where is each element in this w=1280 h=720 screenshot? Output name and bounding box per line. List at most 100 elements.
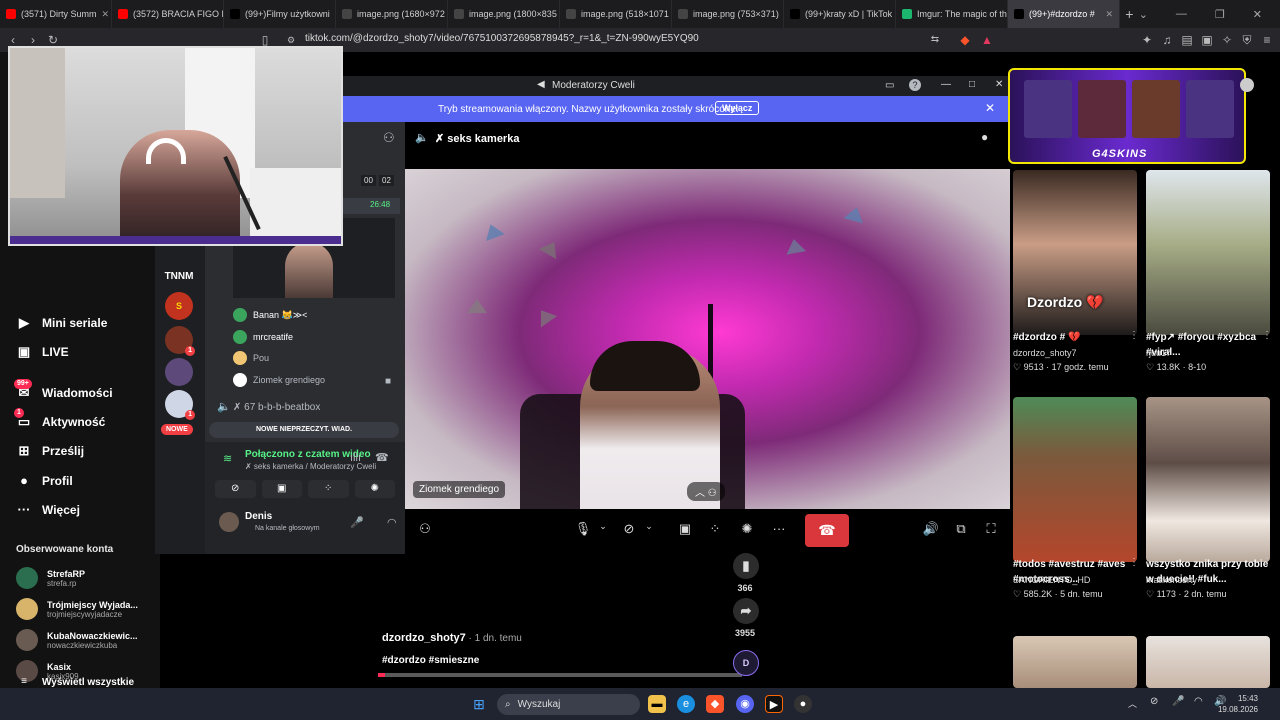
nav-item[interactable]: ⊞ Prześlij <box>16 443 84 459</box>
video-thumbnail[interactable] <box>1013 397 1137 562</box>
effects-icon[interactable]: ✺ <box>354 480 395 498</box>
file-explorer-icon[interactable]: ▬ <box>648 695 666 713</box>
browser-tab[interactable]: image.png (753×371)✕ <box>672 0 784 28</box>
app-icon[interactable]: ▶ <box>765 695 783 713</box>
browser-tab[interactable]: image.png (518×1071✕ <box>560 0 672 28</box>
video-thumbnail[interactable] <box>1146 170 1270 335</box>
popout-icon[interactable]: ⧉ <box>951 521 971 537</box>
video-author[interactable]: dzordzo_shoty7 <box>1013 348 1077 358</box>
music-icon[interactable]: ♫ <box>1160 32 1174 48</box>
video-hashtags[interactable]: #dzordzo #smieszne <box>382 655 479 666</box>
brave-icon[interactable]: ◆ <box>706 695 724 713</box>
minimize-icon[interactable]: — <box>1176 8 1187 21</box>
voice-channel-name[interactable]: ✗ 67 b-b-b-beatbox <box>233 402 320 413</box>
new-tab-button[interactable]: + <box>1120 6 1139 22</box>
screenshare-icon[interactable]: ▣ <box>261 480 302 498</box>
ad-avatar[interactable] <box>1240 78 1254 92</box>
video-thumbnail[interactable] <box>1146 636 1270 688</box>
g4skins-ad-banner[interactable]: G4SKINS <box>1008 68 1246 164</box>
menu-icon[interactable]: ≡ <box>1260 32 1274 48</box>
taskbar-search[interactable]: ⌕ Wyszukaj <box>497 694 640 715</box>
mic-control-icon[interactable]: 🎙 <box>573 521 593 537</box>
close-window-icon[interactable]: ✕ <box>1253 8 1262 21</box>
brave-shield-icon[interactable]: ◆ <box>958 32 972 48</box>
video-author[interactable]: rjuu17 <box>1146 348 1171 358</box>
taskbar-clock[interactable]: 15:43 19.08.2026 <box>1218 693 1258 715</box>
more-options-icon[interactable]: ⋮ <box>1129 330 1139 341</box>
wallet-icon[interactable]: ▣ <box>1200 32 1214 48</box>
video-thumbnail[interactable] <box>1146 397 1270 562</box>
soundboard-icon[interactable]: ıllı <box>350 452 361 464</box>
video-caption[interactable]: #dzordzo # 💔 <box>1013 330 1137 345</box>
disable-streamer-mode-button[interactable]: Wyłącz <box>715 101 760 115</box>
voice-member[interactable]: Ziomek grendiego <box>233 372 325 387</box>
video-feed[interactable]: Ziomek grendiego ︿ ⚇ <box>405 169 1010 509</box>
tray-chevron-icon[interactable]: ︿ <box>1128 697 1137 710</box>
browser-tab[interactable]: (99+)kraty xD | TikTok✕ <box>784 0 896 28</box>
camera-toggle-icon[interactable]: ⊘ <box>215 480 256 498</box>
browser-tab[interactable]: (3572) BRACIA FIGO F✕ <box>112 0 224 28</box>
server-icon-white[interactable]: 1 <box>165 390 195 420</box>
video-author[interactable]: SANGRIENTO_HD <box>1013 575 1090 585</box>
video-thumbnail[interactable] <box>1013 636 1137 688</box>
followed-account[interactable]: Trójmiejscy Wyjada... trojmiejscywyjadacz… <box>16 598 138 620</box>
obs-icon[interactable]: ● <box>794 695 812 713</box>
voice-member[interactable]: Banan 😹≫< <box>233 308 307 322</box>
mic-icon[interactable]: 🎤 <box>350 516 364 529</box>
banner-close-icon[interactable]: ✕ <box>985 101 995 115</box>
headset-icon[interactable]: ◠ <box>387 516 397 529</box>
vpn-icon[interactable]: ⛨ <box>1240 32 1254 48</box>
discord-close-icon[interactable]: ✕ <box>995 79 1003 90</box>
discord-icon[interactable]: ◉ <box>736 695 754 713</box>
voice-member[interactable]: Pou <box>233 351 269 365</box>
url-field[interactable]: tiktok.com/@dzordzo_shoty7/video/7675100… <box>305 33 699 44</box>
camera-options-icon[interactable]: ⌄ <box>639 521 659 532</box>
nav-item[interactable]: ▣ LIVE <box>16 344 69 360</box>
activity-control-icon[interactable]: ⁘ <box>705 521 725 537</box>
nav-item[interactable]: ✉ 99+ Wiadomości <box>14 379 113 401</box>
browser-tab[interactable]: image.png (1800×835✕ <box>448 0 560 28</box>
leave-call-button[interactable]: ☎ <box>805 514 849 547</box>
bookmark-action-icon[interactable]: ▮ <box>733 553 759 579</box>
fullscreen-icon[interactable]: ⛶ <box>981 521 1001 537</box>
followed-account[interactable]: KubaNowaczkiewic... nowaczkiewiczkuba <box>16 629 138 651</box>
disconnect-icon[interactable]: ☎ <box>375 451 389 464</box>
discord-minimize-icon[interactable]: — <box>941 79 951 90</box>
browser-tab[interactable]: (99+)Filmy użytkowni✕ <box>224 0 336 28</box>
browser-tab[interactable]: (99+)#dzordzo # ✕ <box>1008 0 1120 28</box>
video-author[interactable]: dzordzo_shoty7 · 1 dn. temu <box>382 632 522 644</box>
share-icon[interactable]: ➦ <box>733 598 759 624</box>
wifi-icon[interactable]: ◠ <box>1194 696 1203 707</box>
chat-icon[interactable]: ● <box>981 130 988 144</box>
followed-account[interactable]: StrefaRP strefa.rp <box>16 567 85 589</box>
voice-member[interactable]: mrcreatife <box>233 329 293 344</box>
edge-icon[interactable]: e <box>677 695 695 713</box>
sidebar-icon[interactable]: ▤ <box>1180 32 1194 48</box>
share-action[interactable]: ➦ 3955 <box>733 598 759 638</box>
more-options-icon[interactable]: ⋮ <box>1262 330 1272 341</box>
soundboard-control-icon[interactable]: ✺ <box>737 521 757 537</box>
author-name[interactable]: dzordzo_shoty7 <box>382 632 466 644</box>
sound-disc-icon[interactable]: D <box>733 650 759 676</box>
tab-dropdown-icon[interactable]: ⌄ <box>1139 8 1148 21</box>
tab-close-icon[interactable]: ✕ <box>1105 9 1113 20</box>
add-friend-icon[interactable]: ⚇ <box>383 130 395 146</box>
activities-icon[interactable]: ⁘ <box>308 480 349 498</box>
start-icon[interactable]: ⊞ <box>470 695 488 713</box>
nav-item[interactable]: ● Profil <box>16 473 73 489</box>
user-avatar[interactable] <box>219 512 239 532</box>
video-author[interactable]: matikoncerty <box>1146 575 1197 585</box>
volume-icon[interactable]: 🔊 <box>921 521 941 537</box>
video-progress-bar[interactable] <box>378 673 742 677</box>
leo-icon[interactable]: ✧ <box>1220 32 1234 48</box>
more-options-icon[interactable]: ··· <box>769 521 789 536</box>
server-icon-sport[interactable]: S <box>165 292 193 320</box>
discord-maximize-icon[interactable]: □ <box>969 79 975 90</box>
bookmark-action[interactable]: ▮ 366 <box>733 553 759 593</box>
help-icon[interactable]: ? <box>909 79 921 91</box>
server-icon-tnnm[interactable]: TNNM <box>165 262 194 290</box>
mic-options-icon[interactable]: ⌄ <box>593 521 613 532</box>
nav-item[interactable]: ▭ 1 Aktywność <box>14 408 105 430</box>
more-options-icon[interactable]: ⋮ <box>1129 557 1139 568</box>
invite-icon[interactable]: ⚇ <box>415 521 435 537</box>
